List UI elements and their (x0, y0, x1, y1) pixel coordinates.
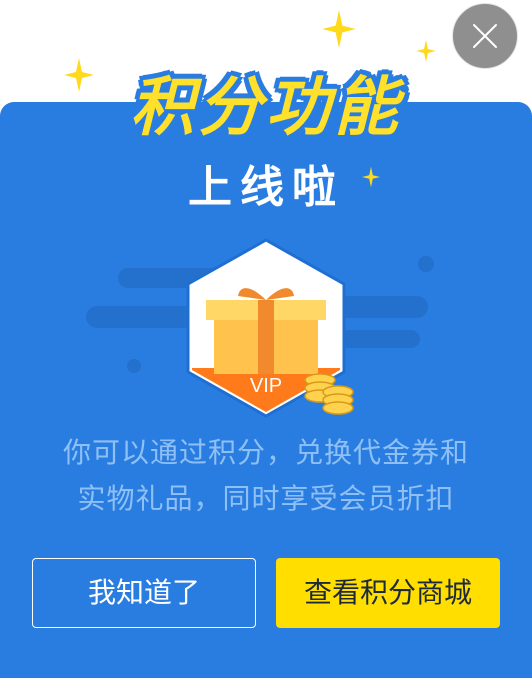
description-line: 实物礼品，同时享受会员折扣 (77, 482, 455, 515)
close-icon (473, 24, 497, 48)
gift-icon (206, 288, 326, 374)
close-button[interactable] (452, 3, 518, 69)
description-line: 你可以通过积分，兑换代金券和 (62, 436, 469, 469)
gift-illustration: VIP (86, 238, 434, 418)
view-points-store-button[interactable]: 查看积分商城 (276, 558, 500, 628)
vip-badge-label: VIP (250, 375, 282, 397)
coins-icon (304, 373, 354, 415)
dialog-description: 你可以通过积分，兑换代金券和 实物礼品，同时享受会员折扣 (40, 430, 492, 522)
dialog-subtitle: 上线啦 (188, 162, 344, 213)
sparkle-icon (416, 40, 436, 62)
dismiss-button[interactable]: 我知道了 (32, 558, 256, 628)
sparkle-icon (322, 10, 356, 48)
dialog-title: 积分功能 (130, 71, 402, 145)
